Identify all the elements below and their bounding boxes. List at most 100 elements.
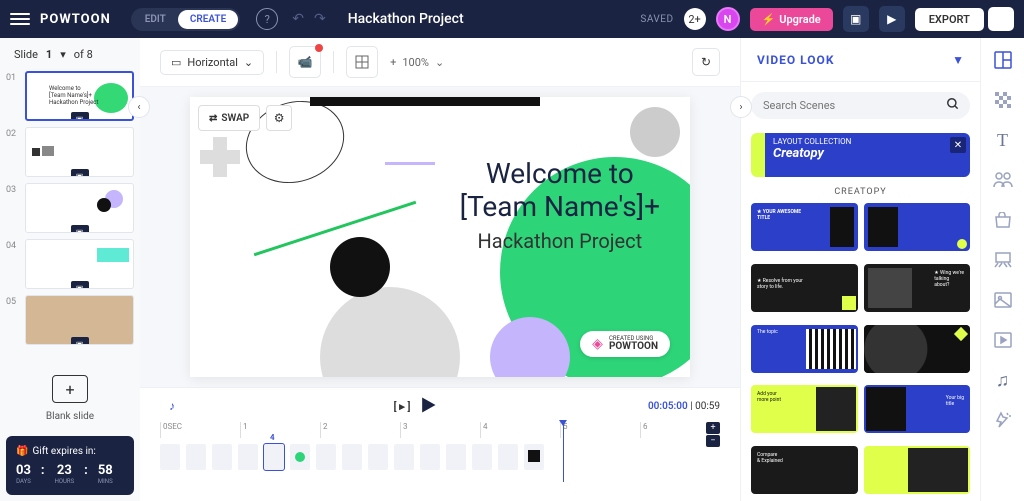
scene-thumb[interactable] <box>864 325 971 373</box>
edit-mode-button[interactable]: EDIT <box>133 10 178 29</box>
export-caret-icon[interactable]: ⌄ <box>988 7 1014 31</box>
avatar[interactable]: N <box>716 7 740 31</box>
preview-icon[interactable]: ▣ <box>843 6 869 32</box>
notification-dot-icon <box>315 44 323 52</box>
playhead[interactable] <box>563 422 564 482</box>
slide-item-05[interactable]: 05 ▣ <box>6 295 134 345</box>
effects-icon[interactable] <box>991 408 1015 432</box>
layout-icon[interactable] <box>991 48 1015 72</box>
timeline-item[interactable] <box>290 444 310 470</box>
timeline-item[interactable] <box>472 444 492 470</box>
slide-badge-icon: ▣ <box>71 337 89 345</box>
sound-icon[interactable]: ♫ <box>991 368 1015 392</box>
create-mode-button[interactable]: CREATE <box>178 10 238 29</box>
blank-slide-label: Blank slide <box>0 411 140 422</box>
slide-item-01[interactable]: 01 Welcome to[Team Name's]+Hackathon Pro… <box>6 71 134 121</box>
redo-icon[interactable]: ↷ <box>314 11 326 27</box>
slide-current[interactable]: 1 <box>46 48 52 61</box>
upgrade-button[interactable]: ⚡ Upgrade <box>750 8 833 31</box>
characters-icon[interactable] <box>991 168 1015 192</box>
expand-panel-icon[interactable]: › <box>730 96 752 118</box>
canvas-subtitle[interactable]: Hackathon Project <box>460 229 660 253</box>
shapes-icon[interactable] <box>991 248 1015 272</box>
swap-button[interactable]: ⇄ SWAP <box>198 105 260 131</box>
canvas-toolbar: ▭ Horizontal ⌄ 📹 + 100% ⌄ ↻ <box>140 38 740 87</box>
range-play-icon[interactable]: [ ▸ ] <box>393 400 410 413</box>
close-icon[interactable]: ✕ <box>950 137 966 153</box>
scene-thumb[interactable]: ★ YOUR AWESOMETITLE <box>751 203 858 251</box>
timeline-item[interactable] <box>394 444 414 470</box>
canvas-title-2[interactable]: [Team Name's]+ <box>460 190 660 223</box>
timeline-remove-icon[interactable]: − <box>706 435 720 447</box>
timeline-item[interactable] <box>316 444 336 470</box>
export-button[interactable]: EXPORT <box>915 8 984 31</box>
credits-badge[interactable]: 2+ <box>684 8 706 30</box>
timeline-item[interactable] <box>368 444 388 470</box>
orientation-selector[interactable]: ▭ Horizontal ⌄ <box>160 50 264 75</box>
project-title[interactable]: Hackathon Project <box>348 11 464 27</box>
search-input[interactable] <box>751 92 970 119</box>
scene-thumb[interactable]: ★ Resolve from yourstory to life. <box>751 264 858 312</box>
slides-panel: Slide 1▾ of 8 ‹ 01 Welcome to[Team Name'… <box>0 38 140 501</box>
collection-banner[interactable]: LAYOUT COLLECTION Creatopy ✕ <box>751 133 970 177</box>
camera-button[interactable]: 📹 <box>289 46 321 78</box>
timeline-item[interactable] <box>238 444 258 470</box>
collapse-panel-icon[interactable]: ‹ <box>128 96 150 118</box>
slide-label: Slide <box>14 48 38 61</box>
timeline-item[interactable] <box>420 444 440 470</box>
timeline-items: 4 <box>160 440 720 470</box>
scene-thumb[interactable]: Your bigtitle <box>864 385 971 433</box>
scene-thumb[interactable] <box>864 446 971 494</box>
slide-item-04[interactable]: 04 ▣ <box>6 239 134 289</box>
scene-thumb[interactable] <box>864 203 971 251</box>
video-look-title: VIDEO LOOK <box>757 53 834 67</box>
help-icon[interactable]: ? <box>256 8 278 30</box>
props-icon[interactable] <box>991 208 1015 232</box>
background-icon[interactable] <box>991 88 1015 112</box>
video-look-panel: VIDEO LOOK ▼ LAYOUT COLLECTION Creatopy … <box>740 38 980 501</box>
music-icon[interactable]: ♪ <box>160 394 184 418</box>
play-button[interactable] <box>418 395 438 418</box>
play-icon[interactable]: ▶ <box>879 6 905 32</box>
images-icon[interactable] <box>991 288 1015 312</box>
timeline-item[interactable] <box>524 444 544 470</box>
top-bar: POWTOON EDIT CREATE ? ↶ ↷ Hackathon Proj… <box>0 0 1024 38</box>
undo-redo: ↶ ↷ <box>292 11 325 27</box>
timeline-item[interactable] <box>342 444 362 470</box>
undo-icon[interactable]: ↶ <box>292 11 304 27</box>
slide-badge-icon: ▣ <box>71 225 89 233</box>
scene-thumb[interactable]: ★ Wing we'retalkingabout? <box>864 264 971 312</box>
refresh-button[interactable]: ↻ <box>692 48 720 76</box>
slide-item-03[interactable]: 03 ▣ <box>6 183 134 233</box>
timeline-item[interactable] <box>186 444 206 470</box>
tools-rail: T ♫ <box>980 38 1024 501</box>
canvas-area: ▭ Horizontal ⌄ 📹 + 100% ⌄ ↻ ⇄ SWAP ⚙ <box>140 38 740 501</box>
mode-toggle: EDIT CREATE <box>131 8 240 31</box>
slide-item-02[interactable]: 02 ▣ <box>6 127 134 177</box>
chevron-down-icon[interactable]: ▼ <box>952 53 964 67</box>
slide-badge-icon: ▣ <box>71 169 89 177</box>
scene-thumb[interactable]: Add yourmore point <box>751 385 858 433</box>
timeline-add-icon[interactable]: + <box>706 422 720 434</box>
text-icon[interactable]: T <box>991 128 1015 152</box>
gear-icon[interactable]: ⚙ <box>266 105 292 131</box>
scene-thumb[interactable]: Compare& Explained <box>751 446 858 494</box>
canvas[interactable]: ⇄ SWAP ⚙ Welcome to [Team Name's]+ Hacka… <box>190 97 690 377</box>
grid-button[interactable] <box>346 46 378 78</box>
scene-thumb[interactable]: The topic <box>751 325 858 373</box>
video-icon[interactable] <box>991 328 1015 352</box>
timeline-item[interactable] <box>212 444 232 470</box>
time-display: 00:05:00 | 00:59 <box>648 401 720 412</box>
zoom-control[interactable]: + 100% ⌄ <box>390 56 444 69</box>
add-blank-slide-button[interactable]: + <box>52 375 88 403</box>
timeline-item[interactable] <box>446 444 466 470</box>
timeline-item[interactable] <box>160 444 180 470</box>
gift-banner[interactable]: 🎁 Gift expires in: 03DAYS: 23HOURS: 58MI… <box>6 436 134 495</box>
collection-label: CREATOPY <box>741 187 980 197</box>
timeline-item[interactable] <box>498 444 518 470</box>
timeline-item[interactable]: 4 <box>264 444 284 470</box>
canvas-title-1[interactable]: Welcome to <box>460 157 660 190</box>
search-icon[interactable] <box>946 97 960 115</box>
menu-icon[interactable] <box>10 13 30 25</box>
timeline-ruler[interactable]: 0SEC 1 2 3 4 5 6 + − <box>160 422 720 438</box>
